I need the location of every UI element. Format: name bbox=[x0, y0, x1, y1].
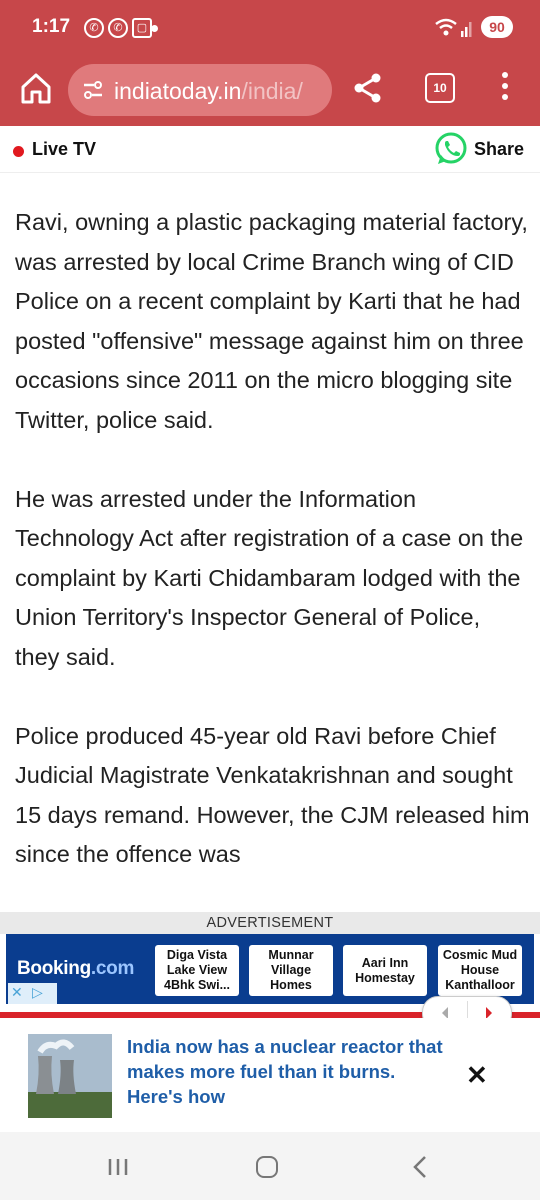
news-thumbnail[interactable] bbox=[28, 1034, 112, 1118]
booking-brand: Booking bbox=[17, 958, 91, 979]
more-icon[interactable] bbox=[502, 72, 508, 105]
home-icon[interactable] bbox=[18, 70, 54, 106]
tabs-icon[interactable]: 10 bbox=[425, 73, 455, 103]
status-bar: 1:17 ✆ ✆ ▢ 90 bbox=[0, 0, 540, 58]
notification-icons: ✆ ✆ ▢ bbox=[84, 18, 152, 38]
url-path: /india/ bbox=[241, 78, 303, 104]
adchoices-triangle-icon[interactable]: ▷ bbox=[32, 984, 43, 1001]
whatsapp-icon[interactable] bbox=[433, 131, 469, 167]
advertisement-label: ADVERTISEMENT bbox=[0, 912, 540, 934]
url-text[interactable]: indiatoday.in/india/ bbox=[114, 78, 326, 105]
phone-icon: ✆ bbox=[84, 18, 104, 38]
article-body: Ravi, owning a plastic packaging materia… bbox=[15, 203, 530, 914]
tab-count: 10 bbox=[433, 81, 447, 95]
whatsapp-notification-icon: ✆ bbox=[108, 18, 128, 38]
close-ad-icon[interactable]: ✕ bbox=[11, 984, 23, 1001]
home-nav-icon[interactable] bbox=[256, 1156, 278, 1178]
hotel-card[interactable]: Munnar Village Homes bbox=[249, 945, 333, 996]
hotel-card[interactable]: Diga Vista Lake View 4Bhk Swi... bbox=[155, 945, 239, 996]
close-icon[interactable]: ✕ bbox=[466, 1060, 488, 1091]
system-nav-bar bbox=[0, 1132, 540, 1200]
recent-apps-icon[interactable] bbox=[107, 1156, 129, 1178]
url-domain: indiatoday.in bbox=[114, 78, 242, 104]
share-button[interactable]: Share bbox=[474, 139, 524, 160]
wifi-signal-icon bbox=[435, 18, 472, 37]
address-bar[interactable]: indiatoday.in/india/ bbox=[68, 64, 332, 116]
live-tv-link[interactable]: Live TV bbox=[32, 139, 96, 160]
article-paragraph: Police produced 45-year old Ravi before … bbox=[15, 722, 530, 868]
more-notifications-dot bbox=[151, 25, 158, 32]
live-indicator-dot bbox=[13, 146, 24, 157]
tune-icon[interactable] bbox=[82, 80, 104, 100]
share-icon[interactable] bbox=[352, 72, 384, 104]
article-paragraph: He was arrested under the Information Te… bbox=[15, 485, 524, 670]
booking-brand-suffix: .com bbox=[90, 958, 135, 979]
article-topbar: Live TV Share bbox=[0, 126, 540, 173]
related-news-card[interactable]: India now has a nuclear reactor that mak… bbox=[0, 1018, 540, 1132]
status-time: 1:17 bbox=[32, 16, 71, 37]
hotel-card[interactable]: Cosmic Mud House Kanthalloor bbox=[438, 945, 522, 996]
battery-indicator: 90 bbox=[481, 16, 513, 38]
hotel-card[interactable]: Aari Inn Homestay bbox=[343, 945, 427, 996]
browser-toolbar: indiatoday.in/india/ 10 bbox=[0, 58, 540, 126]
article-paragraph: Ravi, owning a plastic packaging materia… bbox=[15, 209, 528, 433]
adchoices-icon[interactable]: ✕ ▷ bbox=[8, 983, 57, 1004]
screenshot-icon: ▢ bbox=[132, 18, 152, 38]
booking-ad-banner[interactable]: Booking.com Diga Vista Lake View 4Bhk Sw… bbox=[6, 934, 534, 1004]
booking-logo[interactable]: Booking.com bbox=[17, 958, 134, 980]
back-icon[interactable] bbox=[411, 1154, 429, 1180]
news-headline[interactable]: India now has a nuclear reactor that mak… bbox=[127, 1034, 447, 1109]
